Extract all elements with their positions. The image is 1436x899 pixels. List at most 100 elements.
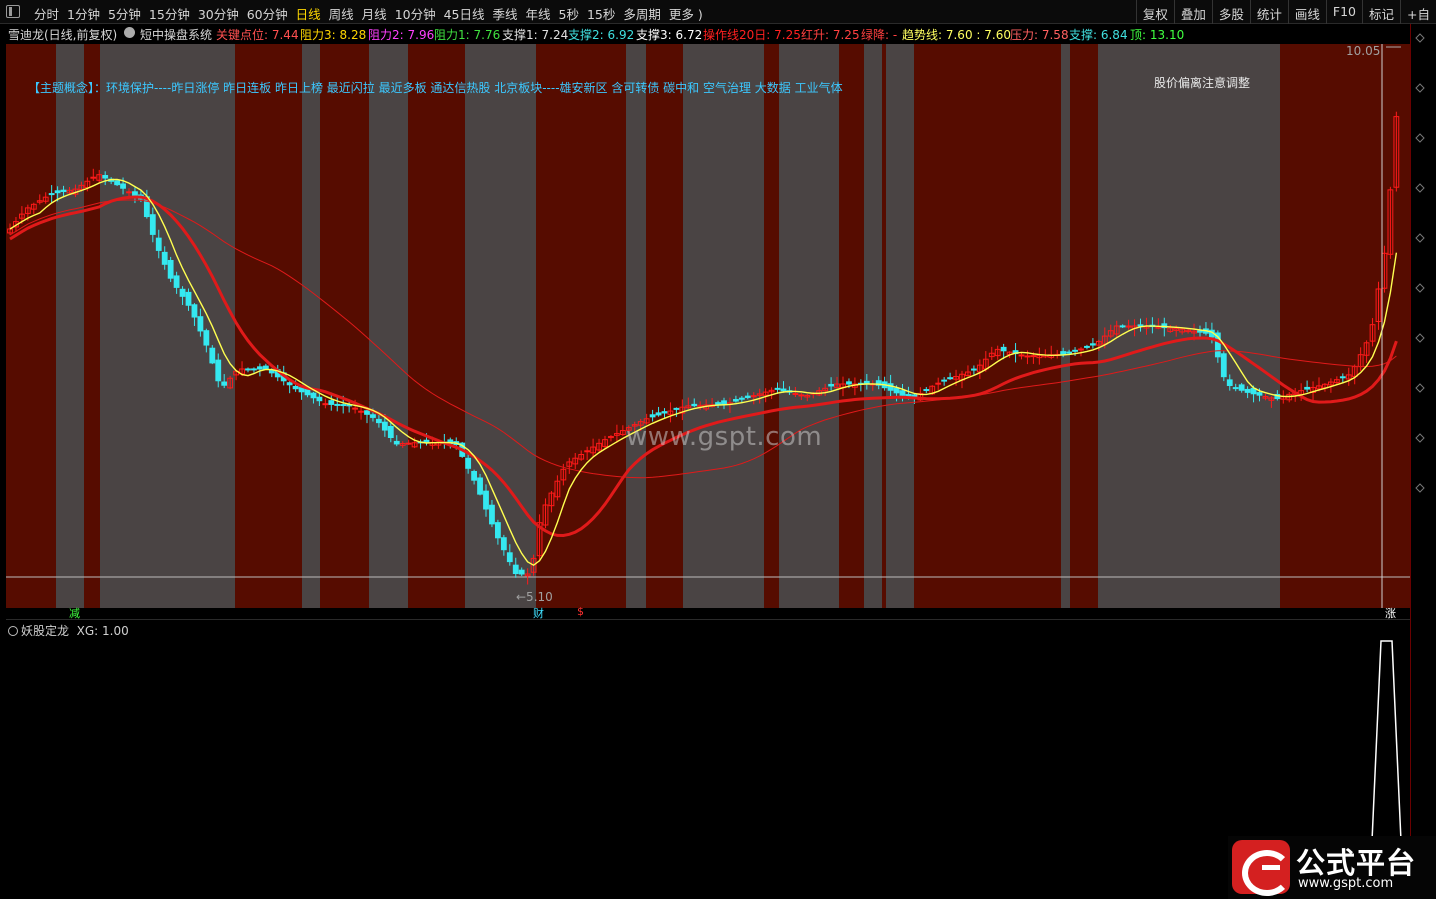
period-tab-15[interactable]: 多周期 — [619, 4, 665, 23]
candle-body — [126, 191, 132, 194]
top-toolbar: 分时 1分钟 5分钟 15分钟 30分钟 60分钟 日线 周线 月线 10分钟 45日线 季线 年线 5秒… — [0, 0, 1436, 24]
kline-svg — [6, 44, 1410, 608]
panel-divider — [6, 619, 1410, 620]
candle-body — [774, 387, 781, 390]
info-item-8: 红升: 7.25 — [801, 28, 860, 42]
info-item-4: 支撑1: 7.24 — [502, 28, 569, 42]
info-item-12: 支撑: 6.84 — [1069, 28, 1128, 42]
candle-body — [1339, 376, 1346, 379]
tool-button-6[interactable]: 标记 — [1362, 0, 1400, 24]
candle-body — [245, 368, 251, 371]
tool-button-4[interactable]: 画线 — [1287, 0, 1326, 24]
period-tab-5[interactable]: 60分钟 — [243, 4, 292, 23]
period-tab-8[interactable]: 月线 — [358, 4, 391, 23]
candle-body — [1232, 387, 1239, 390]
price-low-label: ←5.10 — [516, 590, 553, 604]
period-tabs: 分时 1分钟 5分钟 15分钟 30分钟 60分钟 日线 周线 月线 10分钟 45日线 季线 年线 5秒… — [30, 4, 707, 23]
period-tab-12[interactable]: 年线 — [522, 4, 555, 23]
candle-body — [286, 382, 293, 386]
candle-body — [471, 471, 478, 481]
candle-body — [477, 477, 483, 495]
candle-body — [738, 397, 745, 400]
candle-body — [209, 347, 216, 364]
system-name: 短中操盘系统 — [140, 28, 213, 42]
info-item-6: 支撑3: 6.72 — [636, 28, 703, 42]
background-band — [764, 44, 779, 608]
candle-body — [322, 403, 329, 406]
period-tab-11[interactable]: 季线 — [489, 4, 522, 23]
right-price-axis[interactable] — [1410, 24, 1436, 899]
period-tab-6[interactable]: 日线 — [292, 4, 325, 23]
candle-body — [292, 386, 299, 390]
period-tab-0[interactable]: 分时 — [30, 4, 63, 23]
candle-body — [495, 522, 501, 539]
tool-button-0[interactable]: 复权 — [1135, 0, 1174, 24]
main-kline-chart[interactable]: 【主题概念】：环境保护----昨日涨停 昨日连板 昨日上榜 最近闪拉 最近多板 … — [6, 44, 1410, 608]
candle-body — [114, 180, 120, 186]
candle-body — [316, 396, 323, 402]
background-band — [536, 44, 626, 608]
axis-diamond-icon — [1415, 382, 1425, 393]
candle-body — [661, 411, 668, 414]
period-tab-1[interactable]: 1分钟 — [63, 4, 104, 23]
candle-body — [423, 439, 430, 443]
tool-button-7[interactable]: +自 — [1400, 0, 1436, 24]
period-tab-14[interactable]: 15秒 — [583, 4, 619, 23]
background-band — [779, 44, 839, 608]
stock-name: 雪迪龙(日线,前复权) — [8, 28, 118, 42]
candle-body — [155, 237, 162, 251]
period-tab-4[interactable]: 30分钟 — [194, 4, 243, 23]
info-item-1: 阻力3: 8.28 — [300, 28, 367, 42]
candle-body — [649, 414, 656, 418]
candle-body — [1238, 384, 1245, 391]
candle-body — [1066, 351, 1072, 354]
candle-body — [1078, 348, 1084, 351]
candle-body — [251, 368, 257, 371]
candle-body — [90, 176, 97, 179]
background-band — [1280, 44, 1410, 608]
candle-body — [167, 259, 174, 279]
candle-body — [257, 366, 263, 370]
axis-diamond-icon — [1415, 432, 1425, 443]
candle-body — [352, 407, 359, 410]
candle-body — [393, 440, 400, 445]
background-band — [84, 44, 100, 608]
panel-toggle-icon[interactable] — [6, 5, 20, 18]
tool-button-1[interactable]: 叠加 — [1173, 0, 1212, 24]
candle-body — [370, 414, 376, 418]
sub-indicator-panel[interactable] — [6, 636, 1410, 899]
candle-body — [215, 359, 222, 382]
axis-diamond-icon — [1415, 82, 1425, 93]
period-tab-7[interactable]: 周线 — [325, 4, 358, 23]
candle-body — [1220, 353, 1227, 378]
tool-button-2[interactable]: 多股 — [1211, 0, 1250, 24]
candle-body — [161, 251, 168, 265]
background-band — [646, 44, 683, 608]
period-tab-10[interactable]: 45日线 — [440, 4, 489, 23]
settings-circle-icon[interactable] — [8, 626, 18, 636]
event-dividend-marker[interactable]: $ — [577, 605, 584, 618]
candle-body — [1030, 355, 1037, 358]
candle-body — [798, 394, 805, 397]
candle-body — [518, 569, 525, 575]
candle-body — [54, 190, 61, 194]
period-tab-16[interactable]: 更多 ) — [665, 4, 707, 23]
period-tab-2[interactable]: 5分钟 — [104, 4, 145, 23]
candle-body — [1137, 324, 1144, 327]
period-tab-13[interactable]: 5秒 — [555, 4, 583, 23]
candle-body — [584, 450, 591, 453]
event-marker-row: 减 财 $ 涨 — [6, 605, 1410, 620]
period-tab-3[interactable]: 15分钟 — [145, 4, 194, 23]
system-settings-icon[interactable] — [124, 27, 135, 38]
right-tools: 复权 叠加 多股 统计 画线 F10 标记 +自 — [1135, 0, 1436, 24]
axis-diamond-icon — [1415, 32, 1425, 43]
candle-body — [971, 368, 977, 371]
candle-body — [328, 400, 335, 405]
candle-body — [792, 393, 799, 396]
candle-body — [941, 379, 948, 382]
candle-body — [364, 410, 370, 415]
background-band — [56, 44, 84, 608]
tool-button-5[interactable]: F10 — [1325, 0, 1362, 24]
tool-button-3[interactable]: 统计 — [1249, 0, 1288, 24]
period-tab-9[interactable]: 10分钟 — [391, 4, 440, 23]
